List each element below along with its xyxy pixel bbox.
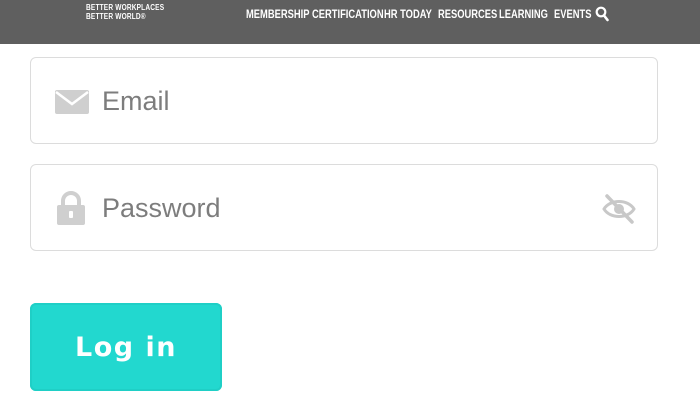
lock-icon — [57, 191, 85, 225]
brand-tagline[interactable]: BETTER WORKPLACES BETTER WORLD® — [86, 3, 164, 21]
nav-resources[interactable]: RESOURCES — [438, 7, 497, 21]
email-placeholder: Email — [102, 86, 170, 116]
nav-events[interactable]: EVENTS — [554, 7, 591, 21]
brand-line-2: BETTER WORLD® — [86, 12, 146, 21]
nav-learning[interactable]: LEARNING — [499, 7, 548, 21]
brand-line-1: BETTER WORKPLACES — [86, 3, 165, 12]
password-placeholder: Password — [102, 193, 221, 223]
email-field[interactable]: Email — [30, 57, 658, 144]
login-button[interactable]: Log in — [30, 303, 222, 391]
envelope-icon — [55, 90, 89, 114]
nav-hr-today[interactable]: HR TODAY — [384, 7, 432, 21]
password-field[interactable]: Password — [30, 164, 658, 251]
nav-membership[interactable]: MEMBERSHIP — [246, 7, 309, 21]
search-icon[interactable] — [595, 6, 609, 22]
eye-slash-icon[interactable] — [601, 191, 637, 227]
nav-certification[interactable]: CERTIFICATION — [312, 7, 384, 21]
top-navigation-bar: BETTER WORKPLACES BETTER WORLD® MEMBERSH… — [0, 0, 700, 44]
